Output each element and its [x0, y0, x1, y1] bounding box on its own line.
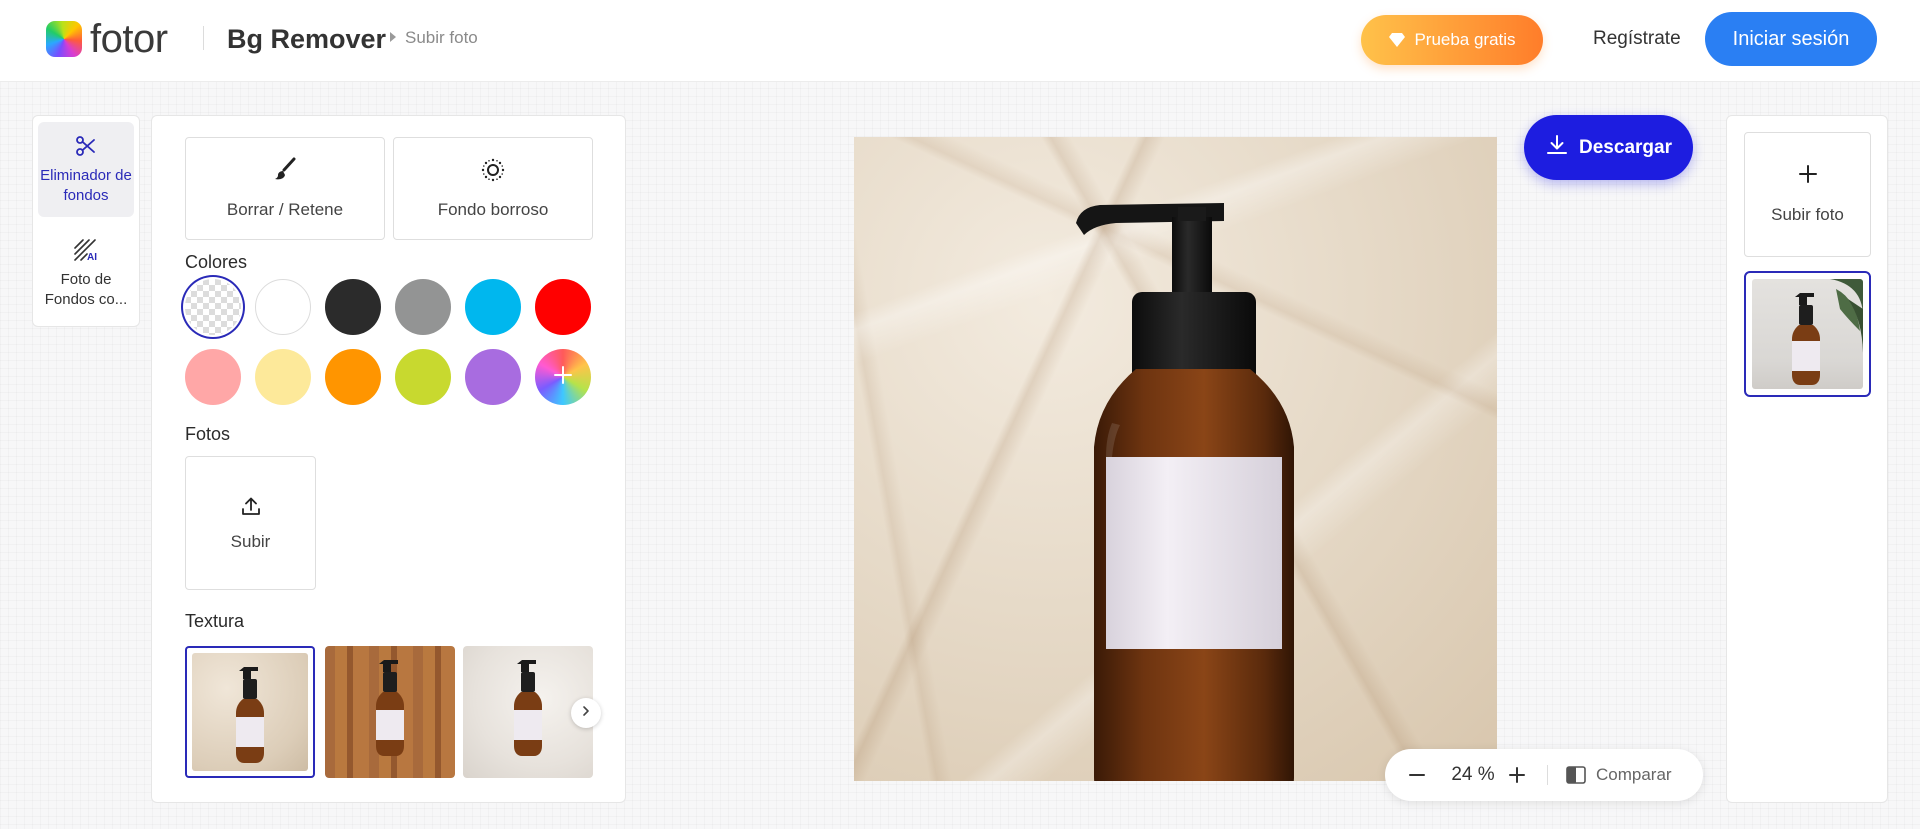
- texture-wood[interactable]: [325, 646, 455, 778]
- color-swatch-lime[interactable]: [395, 349, 451, 405]
- color-swatch-black[interactable]: [325, 279, 381, 335]
- uploaded-photo-thumbnail[interactable]: [1744, 271, 1871, 397]
- tool-background-remover[interactable]: Eliminador de fondos: [38, 122, 134, 217]
- upload-icon: [240, 495, 262, 522]
- compare-icon[interactable]: [1565, 765, 1587, 790]
- chevron-right-icon: [580, 704, 592, 722]
- blur-background-button[interactable]: Fondo borroso: [393, 137, 593, 240]
- svg-text:AI: AI: [87, 252, 97, 262]
- photo-preview: [1752, 279, 1863, 389]
- download-icon: [1545, 133, 1569, 163]
- tool-label: Foto de Fondos co...: [44, 271, 128, 308]
- texture-preview: [192, 653, 308, 771]
- top-bar: fotor Bg Remover Subir foto Prueba grati…: [0, 0, 1920, 82]
- mode-label: Borrar / Retene: [226, 200, 344, 219]
- toolbar-divider: [1547, 765, 1548, 785]
- photos-heading: Fotos: [185, 424, 231, 444]
- app-title: Bg Remover: [227, 24, 387, 54]
- plus-icon: [1797, 163, 1819, 190]
- diamond-icon: [1388, 32, 1406, 48]
- options-panel: Borrar / Retene Fondo borroso Colores Fo…: [151, 115, 626, 803]
- bottle-thumbnail: [514, 660, 542, 756]
- login-button[interactable]: Iniciar sesión: [1705, 12, 1877, 66]
- color-swatch-cyan[interactable]: [465, 279, 521, 335]
- color-swatch-white[interactable]: [255, 279, 311, 335]
- upload-photo-label: Subir foto: [1771, 205, 1844, 224]
- chevron-right-icon: [390, 32, 396, 42]
- tool-ai-background[interactable]: AI Foto de Fondos co...: [38, 226, 134, 321]
- fotor-logo[interactable]: fotor: [46, 17, 168, 61]
- blur-icon: [479, 156, 507, 189]
- erase-restore-button[interactable]: Borrar / Retene: [185, 137, 385, 240]
- header-divider: [203, 26, 204, 50]
- bottle-thumbnail: [236, 667, 264, 763]
- edited-image-canvas[interactable]: [854, 137, 1497, 781]
- product-bottle-image: [1076, 203, 1294, 781]
- free-trial-button[interactable]: Prueba gratis: [1361, 15, 1543, 65]
- tool-rail: Eliminador de fondos AI Foto de Fondos c…: [32, 115, 140, 327]
- upload-label: Subir: [230, 532, 271, 551]
- download-label: Descargar: [1579, 136, 1672, 158]
- color-swatch-gray[interactable]: [395, 279, 451, 335]
- color-swatch-orange[interactable]: [325, 349, 381, 405]
- free-trial-label: Prueba gratis: [1414, 30, 1516, 49]
- texture-paper[interactable]: [185, 646, 315, 778]
- original-photo-image: [1792, 279, 1863, 385]
- color-swatch-red[interactable]: [535, 279, 591, 335]
- ai-background-icon: AI: [38, 226, 134, 262]
- zoom-toolbar: 24 % Comparar: [1385, 749, 1703, 801]
- mode-label: Fondo borroso: [437, 200, 549, 219]
- zoom-level: 24 %: [1451, 764, 1495, 785]
- compare-button[interactable]: Comparar: [1596, 765, 1672, 785]
- texture-next-button[interactable]: [571, 698, 601, 728]
- logo-text: fotor: [90, 17, 168, 61]
- color-swatch-transparent[interactable]: [185, 279, 241, 335]
- breadcrumb-item[interactable]: Subir foto: [405, 28, 478, 48]
- color-swatch-light-yellow[interactable]: [255, 349, 311, 405]
- download-button[interactable]: Descargar: [1524, 115, 1693, 180]
- color-swatch-purple[interactable]: [465, 349, 521, 405]
- photo-list-panel: Subir foto: [1726, 115, 1888, 803]
- fotor-logo-mark: [46, 21, 82, 57]
- texture-preview: [325, 646, 455, 778]
- tool-label: Eliminador de fondos: [40, 167, 132, 204]
- plus-icon: [552, 364, 574, 391]
- bottle-thumbnail: [376, 660, 404, 756]
- colors-heading: Colores: [185, 252, 248, 272]
- texture-heading: Textura: [185, 611, 245, 631]
- color-swatch-pink[interactable]: [185, 349, 241, 405]
- zoom-in-icon[interactable]: [1505, 763, 1529, 792]
- upload-photo-button[interactable]: Subir foto: [1744, 132, 1871, 257]
- upload-background-button[interactable]: Subir: [185, 456, 316, 590]
- scissors-icon: [38, 122, 134, 158]
- custom-color-button[interactable]: [535, 349, 591, 405]
- register-link[interactable]: Regístrate: [1593, 27, 1681, 51]
- brush-icon: [272, 156, 298, 187]
- zoom-out-icon[interactable]: [1405, 763, 1429, 792]
